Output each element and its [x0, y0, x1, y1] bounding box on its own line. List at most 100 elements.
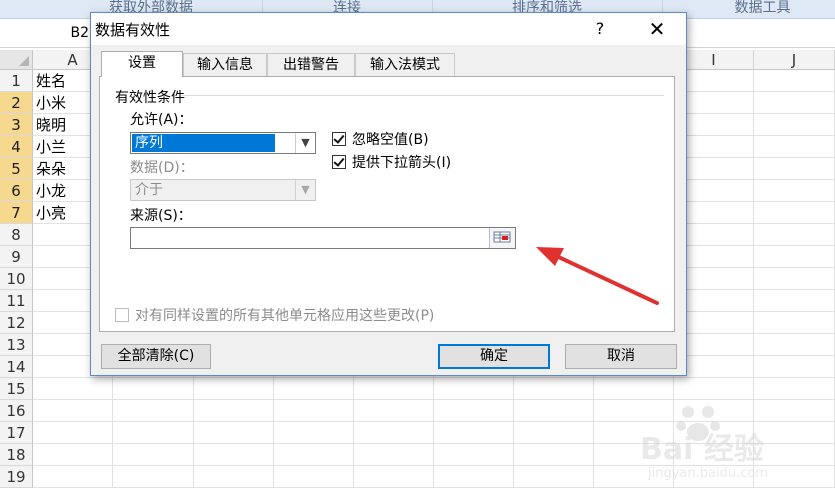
row-header-3[interactable]: 3	[0, 114, 33, 136]
name-box[interactable]: B2	[0, 19, 96, 47]
cell-j8[interactable]	[754, 224, 835, 246]
row-header-14[interactable]: 14	[0, 356, 33, 378]
cell-e17[interactable]	[354, 422, 434, 444]
cell-c18[interactable]	[194, 444, 274, 466]
cell-b18[interactable]	[113, 444, 194, 466]
row-header-12[interactable]: 12	[0, 312, 33, 334]
cell-f16[interactable]	[434, 400, 514, 422]
ignore-blank-checkbox[interactable]	[332, 132, 346, 146]
cell-j10[interactable]	[754, 268, 835, 290]
row-header-1[interactable]: 1	[0, 70, 33, 92]
group-title: 有效性条件	[115, 90, 185, 106]
row-header-11[interactable]: 11	[0, 290, 33, 312]
baidu-watermark: Bai 经验 jingyan.baidu.com	[630, 398, 830, 488]
cell-j6[interactable]	[754, 180, 835, 202]
cell-d15[interactable]	[274, 378, 354, 400]
source-input[interactable]	[130, 227, 516, 249]
cell-d16[interactable]	[274, 400, 354, 422]
cell-c19[interactable]	[194, 466, 274, 488]
cell-f17[interactable]	[434, 422, 514, 444]
dropdown-arrow-label[interactable]: 提供下拉箭头(I)	[352, 152, 451, 172]
range-select-icon	[493, 231, 511, 243]
row-header-7[interactable]: 7	[0, 202, 33, 224]
row-header-4[interactable]: 4	[0, 136, 33, 158]
cell-i15[interactable]	[674, 378, 754, 400]
cell-d17[interactable]	[274, 422, 354, 444]
cell-g18[interactable]	[514, 444, 594, 466]
cell-j2[interactable]	[754, 92, 835, 114]
cell-b19[interactable]	[113, 466, 194, 488]
cell-j12[interactable]	[754, 312, 835, 334]
cell-a16[interactable]	[33, 400, 113, 422]
row-header-18[interactable]: 18	[0, 444, 33, 466]
apply-all-checkbox[interactable]	[115, 308, 129, 322]
cell-j14[interactable]	[754, 356, 835, 378]
cell-g17[interactable]	[514, 422, 594, 444]
clear-all-button[interactable]: 全部清除(C)	[101, 344, 211, 369]
ignore-blank-label[interactable]: 忽略空值(B)	[352, 129, 429, 149]
cell-e15[interactable]	[354, 378, 434, 400]
tab-ime-mode[interactable]: 输入法模式	[355, 53, 455, 76]
data-select[interactable]: 介于 ▼	[130, 179, 316, 201]
tab-settings[interactable]: 设置	[101, 51, 183, 77]
ok-button[interactable]: 确定	[438, 344, 550, 369]
cell-j5[interactable]	[754, 158, 835, 180]
cell-j11[interactable]	[754, 290, 835, 312]
cell-g16[interactable]	[514, 400, 594, 422]
cell-a17[interactable]	[33, 422, 113, 444]
cell-e16[interactable]	[354, 400, 434, 422]
row-header-9[interactable]: 9	[0, 246, 33, 268]
tab-error-alert[interactable]: 出错警告	[267, 53, 355, 76]
cell-a18[interactable]	[33, 444, 113, 466]
row-header-8[interactable]: 8	[0, 224, 33, 246]
cell-c17[interactable]	[194, 422, 274, 444]
cell-j3[interactable]	[754, 114, 835, 136]
cell-g19[interactable]	[514, 466, 594, 488]
cell-j4[interactable]	[754, 136, 835, 158]
cell-g15[interactable]	[514, 378, 594, 400]
row-header-6[interactable]: 6	[0, 180, 33, 202]
col-header-j[interactable]: J	[754, 50, 835, 70]
row-header-10[interactable]: 10	[0, 268, 33, 290]
close-button[interactable]: ✕	[639, 17, 675, 41]
cell-f19[interactable]	[434, 466, 514, 488]
cell-e19[interactable]	[354, 466, 434, 488]
row-header-5[interactable]: 5	[0, 158, 33, 180]
row-header-16[interactable]: 16	[0, 400, 33, 422]
row-header-17[interactable]: 17	[0, 422, 33, 444]
cell-f15[interactable]	[434, 378, 514, 400]
tab-input-message[interactable]: 输入信息	[183, 53, 267, 76]
cell-f18[interactable]	[434, 444, 514, 466]
row-header-2[interactable]: 2	[0, 92, 33, 114]
cell-j13[interactable]	[754, 334, 835, 356]
cell-e18[interactable]	[354, 444, 434, 466]
dropdown-arrow-checkbox[interactable]	[332, 155, 346, 169]
cell-b17[interactable]	[113, 422, 194, 444]
cell-b16[interactable]	[113, 400, 194, 422]
cell-a15[interactable]	[33, 378, 113, 400]
data-validation-dialog: 数据有效性 ? ✕ 设置 输入信息 出错警告 输入法模式 有效性条件 允许(A)…	[90, 12, 687, 376]
help-button[interactable]: ?	[585, 17, 615, 41]
ribbon-group-data-tools[interactable]: 数据工具	[690, 0, 835, 17]
cell-h15[interactable]	[594, 378, 674, 400]
apply-all-label[interactable]: 对有同样设置的所有其他单元格应用这些更改(P)	[135, 305, 434, 325]
cell-j15[interactable]	[754, 378, 835, 400]
select-all-corner[interactable]	[0, 50, 33, 70]
row-header-19[interactable]: 19	[0, 466, 33, 488]
row-header-15[interactable]: 15	[0, 378, 33, 400]
allow-select[interactable]: 序列 ▼	[130, 132, 316, 154]
cell-d19[interactable]	[274, 466, 354, 488]
cell-b15[interactable]	[113, 378, 194, 400]
chevron-down-icon[interactable]: ▼	[295, 133, 315, 153]
cancel-button[interactable]: 取消	[565, 344, 677, 369]
cell-j1[interactable]	[754, 70, 835, 92]
cell-d18[interactable]	[274, 444, 354, 466]
range-select-button[interactable]	[489, 228, 515, 248]
cell-c15[interactable]	[194, 378, 274, 400]
cell-j7[interactable]	[754, 202, 835, 224]
row-header-13[interactable]: 13	[0, 334, 33, 356]
cell-c16[interactable]	[194, 400, 274, 422]
cell-j9[interactable]	[754, 246, 835, 268]
cell-a19[interactable]	[33, 466, 113, 488]
chevron-down-icon[interactable]: ▼	[295, 180, 315, 200]
